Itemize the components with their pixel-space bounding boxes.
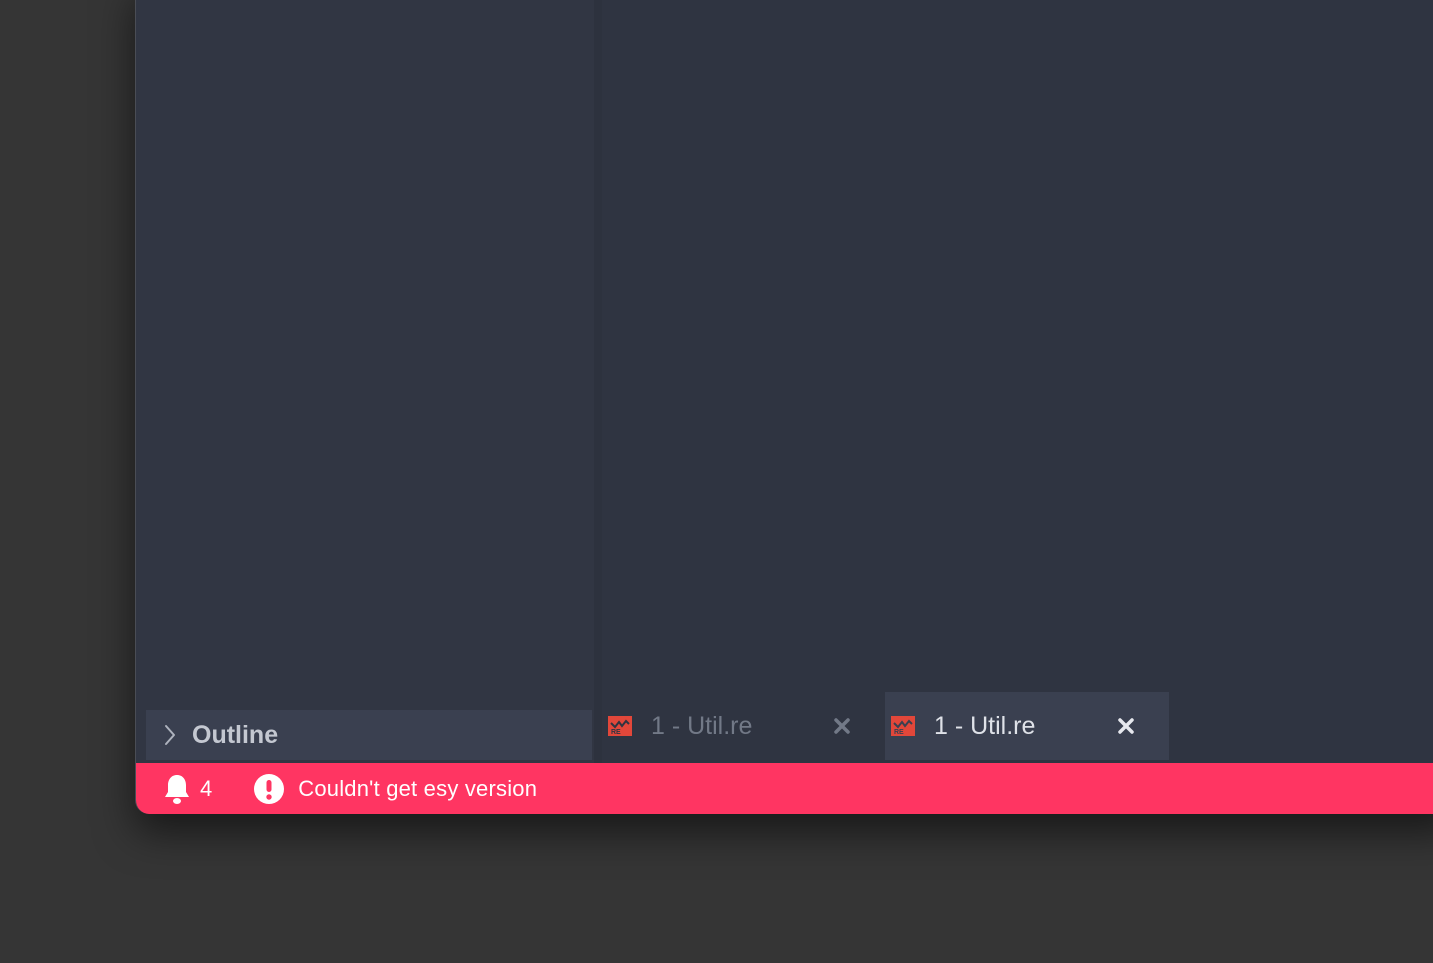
tab-util-re-inactive[interactable]: RE 1 - Util.re: [602, 692, 885, 760]
status-bar: 4 Couldn't get esy version: [136, 763, 1433, 814]
bell-icon[interactable]: [162, 773, 192, 805]
close-icon[interactable]: [1115, 715, 1137, 737]
tab-util-re-active[interactable]: RE 1 - Util.re: [885, 692, 1169, 760]
outline-label: Outline: [192, 720, 279, 749]
chevron-right-icon: [160, 725, 180, 745]
sidebar-divider[interactable]: [594, 0, 602, 763]
reason-file-icon: RE: [607, 716, 633, 736]
tab-label: 1 - Util.re: [934, 711, 1036, 740]
notification-count[interactable]: 4: [200, 776, 212, 802]
editor-area[interactable]: [602, 0, 1433, 763]
alert-circle-icon: [252, 772, 286, 806]
sidebar: Outline: [136, 0, 594, 763]
tab-label: 1 - Util.re: [651, 711, 753, 740]
status-message[interactable]: Couldn't get esy version: [298, 776, 537, 802]
outline-section-header[interactable]: Outline: [146, 710, 592, 760]
reason-file-icon: RE: [890, 716, 916, 736]
svg-text:RE: RE: [894, 729, 904, 736]
svg-text:RE: RE: [611, 729, 621, 736]
close-icon[interactable]: [831, 715, 853, 737]
editor-window: Outline RE 1 - Util.re RE 1 - Util.re 4 …: [135, 0, 1433, 814]
